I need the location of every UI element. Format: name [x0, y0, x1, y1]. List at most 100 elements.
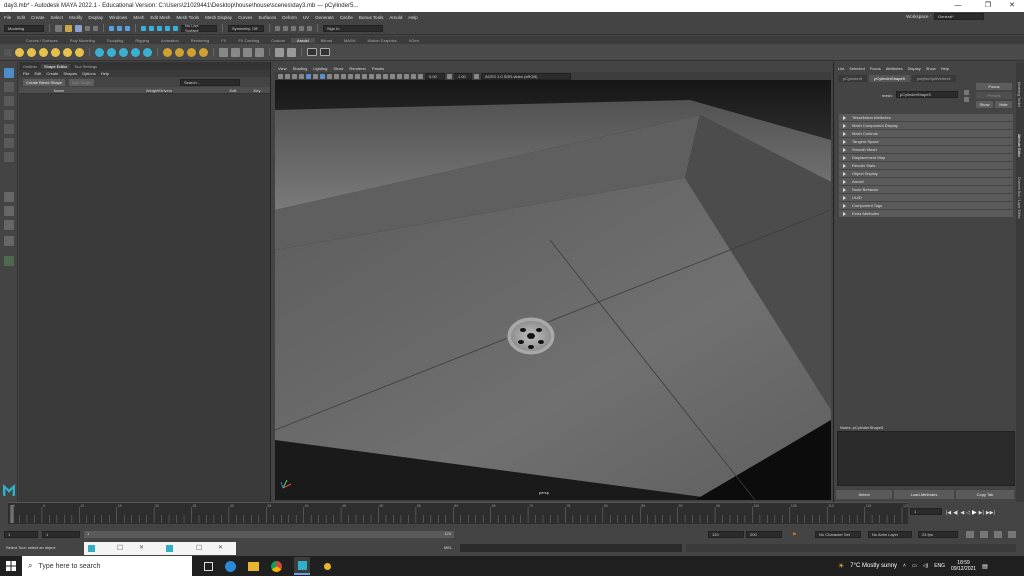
menu-item[interactable]: Show	[926, 66, 936, 71]
shelf-tab[interactable]: Poly Modeling	[64, 38, 101, 43]
section-render-stats[interactable]: Render Stats	[839, 162, 1013, 169]
menu-item[interactable]: Renderer	[349, 66, 366, 71]
resolution-gate-icon[interactable]	[397, 73, 402, 79]
minimize-icon[interactable]: —	[948, 0, 968, 12]
gamma-field[interactable]: 1.00	[454, 72, 472, 80]
mode-dropdown[interactable]: Modeling	[4, 24, 44, 32]
snap-point-icon[interactable]	[157, 25, 162, 31]
tab-tool-settings[interactable]: Tool Settings	[74, 64, 97, 69]
play-backward-icon[interactable]: ◁	[966, 510, 970, 516]
menu-item[interactable]: Create	[46, 71, 58, 76]
lights-icon[interactable]	[334, 73, 339, 79]
menu-item[interactable]: Help	[101, 71, 109, 76]
license-icon[interactable]	[175, 47, 184, 57]
outliner-layout-icon[interactable]	[4, 236, 14, 246]
select-tool-icon[interactable]	[4, 68, 14, 78]
menu-item[interactable]: Selected	[849, 66, 865, 71]
menu-item[interactable]: Curves	[238, 15, 252, 20]
view-toggle-icon[interactable]	[307, 48, 317, 56]
volume-icon[interactable]: ◁)	[923, 563, 929, 569]
side-tab-channel-box[interactable]: Channel Box / Layer Editor	[1017, 177, 1021, 219]
photometric-light-icon[interactable]	[63, 47, 72, 57]
playback-end-field[interactable]: 120	[708, 531, 744, 538]
step-back-icon[interactable]: ◀	[960, 510, 964, 516]
goto-output-icon[interactable]	[964, 97, 969, 102]
anim-layer-dropdown[interactable]: No Anim Layer	[868, 531, 912, 538]
column-name[interactable]: Name	[19, 88, 99, 93]
step-back-key-icon[interactable]: ◀|	[953, 510, 958, 516]
render-settings-icon[interactable]	[299, 25, 304, 31]
section-object-display[interactable]: Object Display	[839, 170, 1013, 177]
flush-cache-icon[interactable]	[131, 47, 140, 57]
tab-transform[interactable]: pCylinder5	[838, 74, 868, 82]
menu-item[interactable]: Mesh	[133, 15, 144, 20]
start-time-field[interactable]: 1	[4, 531, 38, 538]
select-button[interactable]: Select	[836, 490, 892, 499]
color-management-icon[interactable]	[474, 73, 479, 79]
side-tab-attribute-editor[interactable]: Attribute Editor	[1017, 134, 1021, 157]
menu-item[interactable]: Mesh Display	[205, 15, 232, 20]
tray-chevron-icon[interactable]: ˄	[903, 563, 906, 569]
grid-icon[interactable]	[306, 73, 311, 79]
shelf-settings-icon[interactable]	[4, 48, 12, 56]
wireframe-icon[interactable]	[313, 73, 318, 79]
section-arnold[interactable]: Arnold	[839, 178, 1013, 185]
end-time-field[interactable]: 200	[746, 531, 782, 538]
volume-icon[interactable]	[107, 47, 116, 57]
light-portal-icon[interactable]	[75, 47, 84, 57]
rotate-tool-icon[interactable]	[4, 124, 14, 134]
panel-layout-four-icon[interactable]	[287, 47, 296, 57]
menu-item[interactable]: Shading	[293, 66, 308, 71]
panel-layout-single-icon[interactable]	[275, 47, 284, 57]
section-extra-attributes[interactable]: Extra Attributes	[839, 210, 1013, 217]
curve-collector-icon[interactable]	[119, 47, 128, 57]
current-frame-field[interactable]: 1	[910, 508, 942, 515]
menu-item[interactable]: Select	[51, 15, 64, 20]
exposure-icon[interactable]	[418, 73, 423, 79]
go-to-start-icon[interactable]: |◀	[946, 510, 951, 516]
mesh-light-icon[interactable]	[39, 47, 48, 57]
character-set-dropdown[interactable]: No Character Set	[815, 531, 861, 538]
chrome-icon[interactable]	[271, 560, 282, 572]
move-tool-icon[interactable]	[4, 110, 14, 120]
notes-field[interactable]	[837, 431, 1015, 486]
shelf-tab[interactable]: FX	[215, 38, 232, 43]
maximize-icon[interactable]: ❐	[978, 0, 998, 12]
auto-key-icon[interactable]	[994, 531, 1002, 538]
menu-item[interactable]: Cache	[340, 15, 353, 20]
maya-window-icon[interactable]	[166, 545, 173, 552]
shelf-tab[interactable]: Sculpting	[101, 38, 129, 43]
search-input[interactable]: Search...	[180, 78, 240, 86]
render-region-icon[interactable]	[255, 47, 264, 57]
tab-outliner[interactable]: Outliner	[23, 64, 37, 69]
fps-dropdown[interactable]: 24 fps	[918, 531, 958, 538]
area-light-icon[interactable]	[27, 47, 36, 57]
xray-joints-icon[interactable]	[383, 73, 388, 79]
search-icon[interactable]	[4, 256, 14, 266]
column-edit[interactable]: Edit	[219, 88, 247, 93]
new-scene-icon[interactable]	[55, 24, 62, 32]
menu-item[interactable]: File	[4, 15, 11, 20]
render-sequence-icon[interactable]	[219, 47, 228, 57]
menu-item[interactable]: Mesh Tools	[176, 15, 199, 20]
hide-button[interactable]: Hide	[995, 101, 1012, 108]
column-weight[interactable]: Weight/Drivers	[99, 88, 219, 93]
shelf-tab[interactable]: XGen	[403, 38, 425, 43]
menu-item[interactable]: Windows	[109, 15, 127, 20]
shelf-tab[interactable]: Custom	[265, 38, 291, 43]
shelf-tab-arnold[interactable]: Arnold	[291, 37, 315, 43]
menu-item[interactable]: Surfaces	[258, 15, 276, 20]
snap-curve-icon[interactable]	[149, 25, 154, 31]
workspace-dropdown[interactable]: General*	[934, 13, 984, 20]
lasso-tool-icon[interactable]	[4, 82, 14, 92]
tab-shape-editor[interactable]: Shape Editor	[41, 63, 71, 69]
exposure-field[interactable]: 0.00	[425, 72, 445, 80]
standin-icon[interactable]	[95, 47, 104, 57]
menu-item[interactable]: Modify	[69, 15, 82, 20]
skydome-light-icon[interactable]	[51, 47, 60, 57]
film-gate-icon[interactable]	[404, 73, 409, 79]
playback-start-field[interactable]: 1	[42, 531, 80, 538]
undo-icon[interactable]	[85, 25, 90, 31]
backface-icon[interactable]	[390, 73, 395, 79]
smooth-shade-icon[interactable]	[320, 73, 325, 79]
